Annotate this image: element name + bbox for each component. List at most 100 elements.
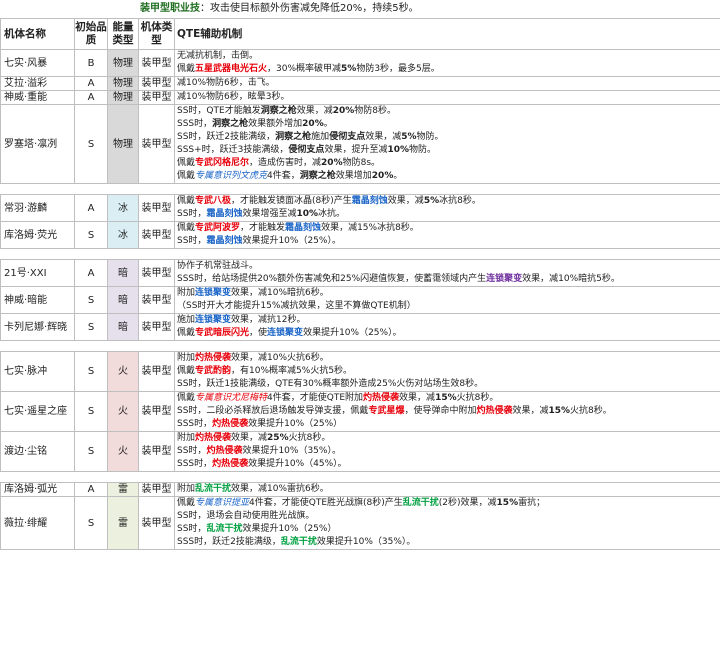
mechanism-line: 协作子机常驻战斗。 <box>177 261 720 274</box>
spacer-cell <box>138 183 175 195</box>
mechanism-line: SSS时，灼热侵袭效果提升10%（25%） <box>177 418 720 431</box>
unit-name: 神威·暗能 <box>0 286 75 314</box>
mech-type: 装甲型 <box>138 391 175 432</box>
mechanism-line: 无减抗机制，击倒。 <box>177 51 720 64</box>
mechanism-text: 15% <box>435 393 457 403</box>
qte-mechanism: 附加灼热侵袭效果，减25%火抗8秒。 SS时，灼热侵袭效果提升10%（35%）。 S… <box>174 431 720 472</box>
spacer-cell <box>0 340 75 352</box>
mechanism-text: SS时， <box>177 236 207 246</box>
mech-type: 装甲型 <box>138 351 175 392</box>
mechanism-text: 效果提升10%（25%）。 <box>242 236 341 246</box>
mechanism-line: SS时，霜晶刻蚀效果提升10%（25%）。 <box>177 235 720 248</box>
spacer-cell <box>74 183 108 195</box>
mechanism-line: SS时，跃迁2技能满级，洞察之枪施加侵彻支点效果，减5%物防。 <box>177 131 720 144</box>
mechanism-text: SSS时， <box>177 419 213 429</box>
mechanism-line: 附加灼热侵袭效果，减25%火抗8秒。 <box>177 433 720 446</box>
spacer-cell <box>0 183 75 195</box>
qte-mechanism: 佩戴专武阿波罗，才能触发霜晶刻蚀效果，减15%冰抗8秒。 SS时，霜晶刻蚀效果提升… <box>174 221 720 249</box>
table-row: 七实·风暴 B 物理 装甲型 无减抗机制，击倒。 佩戴五星武器电光石火，30%概率破甲减5… <box>0 49 720 77</box>
mechanism-text: 专武阿波罗 <box>195 223 241 233</box>
mech-type: 装甲型 <box>138 104 175 184</box>
mechanism-text: 5% <box>423 196 440 206</box>
spacer-cell <box>174 471 720 483</box>
mechanism-text: 物防。 <box>416 132 444 142</box>
mechanism-text: 洞察之枪 <box>260 106 297 116</box>
energy-type: 雷 <box>107 482 139 497</box>
mechanism-line: SS时，乱流干扰效果提升10%（25%） <box>177 523 720 536</box>
table-row: 神威·重能 A 物理 装甲型 减10%物防6秒，眩晕3秒。 <box>0 90 720 105</box>
mechanism-text: 效果，减10%火抗6秒。 <box>231 353 329 363</box>
mechanism-text: 乱流干扰 <box>280 537 317 547</box>
energy-type: 雷 <box>107 496 139 550</box>
initial-grade: B <box>74 49 108 77</box>
table-row: 薇拉·绯耀 S 雷装甲型 佩戴专属意识提亚4件套，才能使QTE胜光战旗(8秒)产生乱流… <box>0 496 720 550</box>
mechanism-text: 附加 <box>177 353 196 363</box>
mechanism-text: 20% <box>371 171 394 181</box>
mechanism-text: 侵彻支点 <box>288 145 325 155</box>
table-row: 库洛姆·弧光 A 雷装甲型 附加乱流干扰效果，减10%雷抗6秒。 <box>0 482 720 497</box>
mechanism-text: 专属意识列文虎克 <box>195 171 268 181</box>
mech-type: 装甲型 <box>138 286 175 314</box>
mechanism-text: 效果，减抗12秒。 <box>231 315 306 325</box>
table-row: 七实·遥星之座 S 火装甲型 佩戴专属意识尤尼梅特4件套，才能使QTE附加灼热侵袭效果… <box>0 391 720 432</box>
mechanism-text: 火抗8秒。 <box>570 406 612 416</box>
spacer-cell <box>74 340 108 352</box>
initial-grade: S <box>74 431 108 472</box>
mechanism-line: SS时，退场会自动使用胜光战旗。 <box>177 510 720 523</box>
mechanism-line: SS时，QTE才能触发洞察之枪效果，减20%物防8秒。 <box>177 106 720 119</box>
table-row: 21号·XXI A 暗装甲型 协作子机常驻战斗。 SSS时，给站场提供20%额外伤害减免… <box>0 259 720 287</box>
header-name: 机体名称 <box>0 18 75 50</box>
mechanism-text: 。 <box>323 119 333 129</box>
mechanism-text: 效果提升10%（35%）。 <box>316 537 416 547</box>
mechanism-text: 效果，减10%雷抗6秒。 <box>231 484 329 494</box>
mechanism-text: 4件套，才能使QTE附加 <box>267 393 364 403</box>
initial-grade: A <box>74 194 108 222</box>
spacer-cell <box>0 248 75 260</box>
mechanism-text: 效果，减10%暗抗5秒。 <box>522 274 620 284</box>
unit-name: 库洛姆·弧光 <box>0 482 75 497</box>
mechanism-text: 效果，减 <box>512 406 549 416</box>
mechanism-text: 霜晶刻蚀 <box>285 223 322 233</box>
mechanism-line: SS时，跃迁1技能满级，QTE有30%概率额外造成25%火伤对站场生效8秒。 <box>177 378 720 391</box>
group-spacer <box>0 471 720 483</box>
unit-name: 罗塞塔·凛冽 <box>0 104 75 184</box>
mechanism-text: 效果提升10%（25%）。 <box>303 328 402 338</box>
group-spacer <box>0 340 720 352</box>
mechanism-text: 效果，提升至减 <box>324 145 388 155</box>
energy-type: 暗 <box>107 313 139 341</box>
mechanism-text: 洞察之枪 <box>275 132 312 142</box>
unit-name: 七实·遥星之座 <box>0 391 75 432</box>
qte-mechanism: 施加连锁聚变效果，减抗12秒。 佩戴专武暗辰闪光，使连锁聚变效果提升10%（25%… <box>174 313 720 341</box>
class-skill-text: ：攻击使目标额外伤害减免降低20%，持续5秒。 <box>200 3 419 14</box>
mechanism-text: 施加 <box>177 315 196 325</box>
qte-mechanism: 佩戴专属意识尤尼梅特4件套，才能使QTE附加灼热侵袭效果，减15%火抗8秒。 SS… <box>174 391 720 432</box>
mechanism-text: 连锁聚变 <box>267 328 304 338</box>
mechanism-text: 4件套，才能使QTE胜光战旗(8秒)产生 <box>249 498 403 508</box>
mechanism-text: 效果，减 <box>365 132 402 142</box>
mechanism-text: 佩戴 <box>177 158 196 168</box>
mechanism-text: 物防。 <box>409 145 437 155</box>
mechanism-text: 15% <box>496 498 519 508</box>
mechanism-text: SS时，跃迁2技能满级， <box>177 132 276 142</box>
mechanism-text: 专武冈格尼尔 <box>195 158 250 168</box>
mechanism-text: 霜晶刻蚀 <box>206 209 243 219</box>
mech-type: 装甲型 <box>138 49 175 77</box>
initial-grade: S <box>74 221 108 249</box>
mechanism-line: SS时，霜晶刻蚀效果增强至减10%冰抗。 <box>177 208 720 221</box>
mechanism-line: SSS时，跃迁2技能满级，乱流干扰效果提升10%（35%）。 <box>177 536 720 549</box>
initial-grade: A <box>74 90 108 105</box>
header-mech-type: 机体类型 <box>138 18 175 50</box>
mechanism-text: SS时，退场会自动使用胜光战旗。 <box>177 511 315 521</box>
qte-table: 机体名称 初始品质 能量类型 机体类型 QTE辅助机制 七实·风暴 B 物理 装甲型无… <box>0 18 720 550</box>
mechanism-text: 连锁聚变 <box>195 288 232 298</box>
mechanism-text: (2秒)效果，减 <box>438 498 497 508</box>
mechanism-line: SSS+时，跃迁3技能满级，侵彻支点效果，提升至减10%物防。 <box>177 144 720 157</box>
table-row: 常羽·游麟 A 冰装甲型 佩戴专武八极，才能触发镜面冰晶(8秒)产生霜晶刻蚀效果，减5… <box>0 194 720 222</box>
mechanism-text: 10% <box>387 145 409 155</box>
mechanism-line: 佩戴专武八极，才能触发镜面冰晶(8秒)产生霜晶刻蚀效果，减5%冰抗8秒。 <box>177 196 720 209</box>
mechanism-line: 佩戴五星武器电光石火，30%概率破甲减5%物防3秒，最多5层。 <box>177 63 720 76</box>
mechanism-text: 附加 <box>177 433 196 443</box>
unit-name: 神威·重能 <box>0 90 75 105</box>
mechanism-text: 佩戴 <box>177 498 196 508</box>
unit-name: 库洛姆·荧光 <box>0 221 75 249</box>
